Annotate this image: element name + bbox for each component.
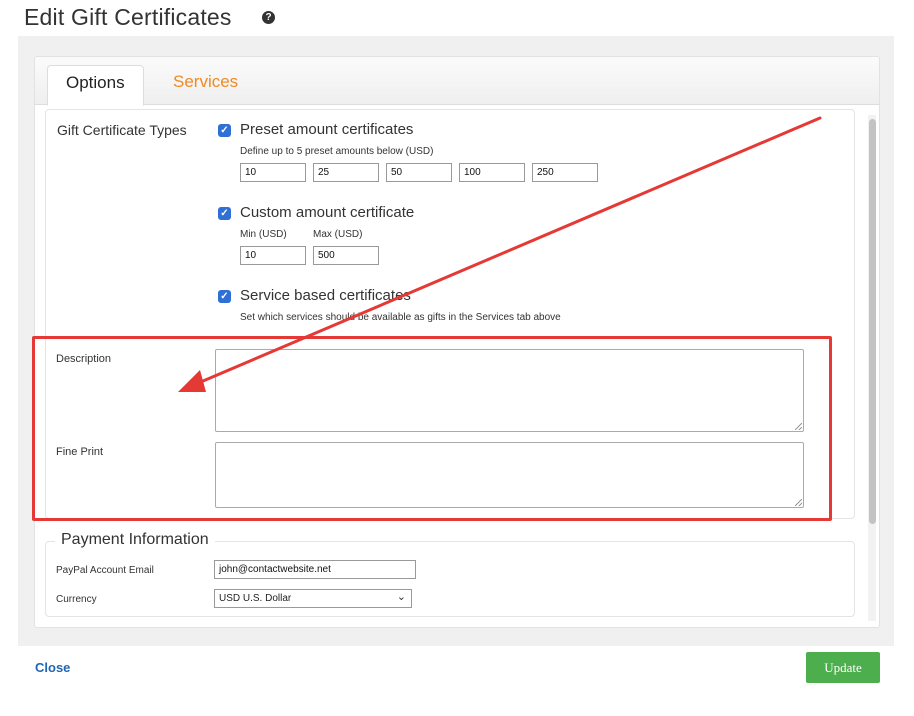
service-checkbox[interactable]: ✓: [218, 290, 231, 303]
custom-checkbox[interactable]: ✓: [218, 207, 231, 220]
service-label: Service based certificates: [240, 287, 411, 304]
tab-options[interactable]: Options: [47, 65, 144, 106]
annotation-highlight-box: [32, 336, 832, 521]
tab-services[interactable]: Services: [155, 65, 256, 106]
custom-max-input[interactable]: 500: [313, 246, 379, 265]
currency-select[interactable]: USD U.S. Dollar ⌄: [214, 589, 412, 608]
preset-amount-4-input[interactable]: 100: [459, 163, 525, 182]
help-icon[interactable]: ?: [262, 11, 275, 24]
preset-hint: Define up to 5 preset amounts below (USD…: [240, 146, 434, 157]
chevron-down-icon: ⌄: [396, 591, 406, 603]
payment-legend: Payment Information: [55, 531, 215, 549]
preset-label: Preset amount certificates: [240, 121, 414, 138]
close-link[interactable]: Close: [35, 660, 70, 675]
payment-fieldset: [45, 541, 855, 617]
gift-types-label: Gift Certificate Types: [57, 122, 187, 138]
preset-checkbox[interactable]: ✓: [218, 124, 231, 137]
tab-bar: Options Services: [35, 57, 879, 106]
service-hint: Set which services should be available a…: [240, 312, 561, 323]
paypal-email-input[interactable]: john@contactwebsite.net: [214, 560, 416, 579]
preset-amount-1-input[interactable]: 10: [240, 163, 306, 182]
custom-max-label: Max (USD): [313, 229, 363, 240]
paypal-label: PayPal Account Email: [56, 565, 154, 576]
preset-amount-3-input[interactable]: 50: [386, 163, 452, 182]
preset-amount-5-input[interactable]: 250: [532, 163, 598, 182]
currency-value: USD U.S. Dollar: [219, 593, 292, 604]
scrollbar-thumb[interactable]: [869, 119, 876, 524]
custom-min-label: Min (USD): [240, 229, 287, 240]
preset-amount-2-input[interactable]: 25: [313, 163, 379, 182]
update-button[interactable]: Update: [806, 652, 880, 683]
custom-min-input[interactable]: 10: [240, 246, 306, 265]
custom-label: Custom amount certificate: [240, 204, 415, 221]
page-title: Edit Gift Certificates: [24, 4, 232, 30]
currency-label: Currency: [56, 594, 97, 605]
